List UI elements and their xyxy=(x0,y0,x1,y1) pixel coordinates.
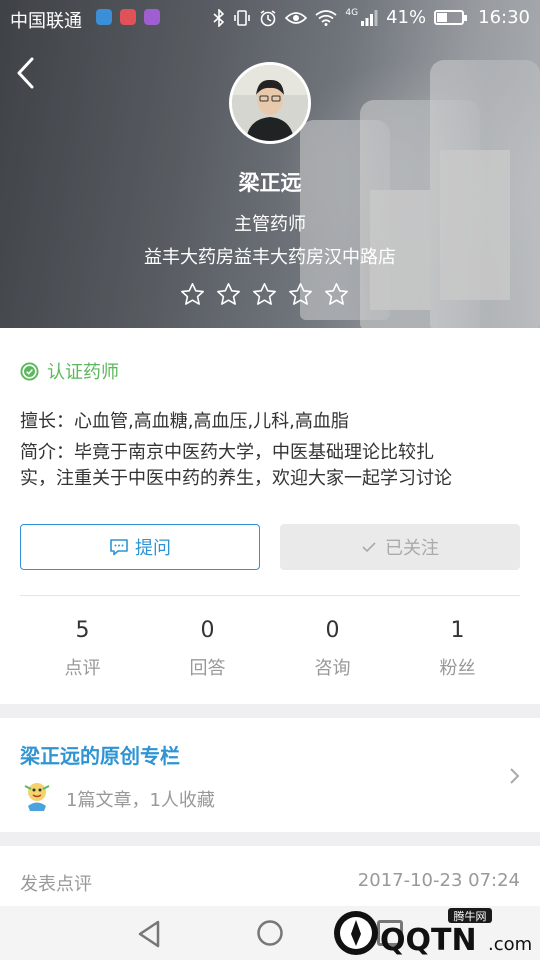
stat-value: 0 xyxy=(200,618,215,643)
divider xyxy=(20,595,520,596)
status-bar: 中国联通 4G 41% 16:30 xyxy=(0,0,540,36)
column-meta: 1篇文章，1人收藏 xyxy=(66,790,215,811)
stat-label: 点评 xyxy=(64,658,101,679)
battery-percent: 41% xyxy=(386,7,427,28)
certified-badge: 认证药师 xyxy=(20,358,119,384)
nav-back-button[interactable] xyxy=(136,919,164,949)
follow-button-label: 已关注 xyxy=(385,538,439,559)
chevron-right-icon xyxy=(510,768,520,784)
nav-home-button[interactable] xyxy=(256,919,284,947)
specialty-text: 擅长：心血管,高血糖,高血压,儿科,高血脂 xyxy=(20,411,349,432)
watermark-top-text: 腾牛网 xyxy=(454,909,487,923)
stat-consults[interactable]: 0 咨询 xyxy=(270,618,395,680)
star-icon xyxy=(287,281,314,308)
review-label: 发表点评 xyxy=(20,874,92,895)
watermark-brand: QQTN xyxy=(380,923,477,958)
site-watermark: 腾牛网 QQTN .com xyxy=(334,908,532,958)
pharmacy-store: 益丰大药房益丰大药房汉中路店 xyxy=(144,247,396,268)
mail-icon xyxy=(120,9,136,25)
stat-reviews[interactable]: 5 点评 xyxy=(20,618,145,680)
intro-text: 简介：毕竟于南京中医药大学，中医基础理论比较扎 实，注重关于中医中药的养生，欢迎… xyxy=(20,440,520,492)
rating-stars xyxy=(179,281,350,308)
star-icon xyxy=(323,281,350,308)
bluetooth-icon xyxy=(213,8,225,27)
vibrate-icon xyxy=(234,9,251,26)
column-title: 梁正远的原创专栏 xyxy=(20,744,180,768)
notification-icons xyxy=(96,9,160,25)
clock: 16:30 xyxy=(478,7,530,28)
stat-value: 5 xyxy=(75,618,90,643)
carrier-name: 中国联通 xyxy=(10,11,82,32)
gallery-icon xyxy=(144,9,160,25)
stat-value: 0 xyxy=(325,618,340,643)
stats-row: 5 点评 0 回答 0 咨询 1 粉丝 xyxy=(20,618,520,680)
checkmark-icon xyxy=(362,542,376,553)
stat-label: 回答 xyxy=(189,658,226,679)
follow-button[interactable]: 已关注 xyxy=(280,524,520,570)
review-row[interactable]: 发表点评 2017-10-23 07:24 xyxy=(0,846,540,906)
stat-label: 咨询 xyxy=(314,658,351,679)
pharmacist-name: 梁正远 xyxy=(238,171,302,195)
profile-card: 认证药师 擅长：心血管,高血糖,高血压,儿科,高血脂 简介：毕竟于南京中医药大学… xyxy=(0,328,540,704)
column-avatar-icon xyxy=(24,783,50,811)
back-button[interactable] xyxy=(12,54,42,92)
check-circle-icon xyxy=(20,361,39,381)
watermark-suffix: .com xyxy=(488,934,532,955)
profile-header xyxy=(0,0,540,328)
original-column-card[interactable]: 梁正远的原创专栏 1篇文章，1人收藏 xyxy=(0,718,540,832)
chat-bubble-icon xyxy=(110,539,128,556)
star-icon xyxy=(179,281,206,308)
alarm-icon xyxy=(260,9,276,26)
wifi-icon xyxy=(315,9,337,26)
signal-icon xyxy=(361,9,378,26)
avatar xyxy=(229,62,311,144)
star-icon xyxy=(215,281,242,308)
stat-answers[interactable]: 0 回答 xyxy=(145,618,270,680)
network-type: 4G xyxy=(345,7,359,18)
certified-label: 认证药师 xyxy=(47,362,119,383)
intro-line: 简介：毕竟于南京中医药大学，中医基础理论比较扎 xyxy=(20,442,434,463)
system-nav-bar: 腾牛网 QQTN .com xyxy=(0,906,540,960)
pharmacist-title: 主管药师 xyxy=(234,214,306,235)
intro-line: 实，注重关于中医中药的养生，欢迎大家一起学习讨论 xyxy=(20,468,452,489)
eye-icon xyxy=(285,11,308,24)
stat-fans[interactable]: 1 粉丝 xyxy=(395,618,520,680)
status-icons: 4G 41% 16:30 xyxy=(213,7,530,28)
star-icon xyxy=(251,281,278,308)
ask-button-label: 提问 xyxy=(135,538,171,559)
browser-icon xyxy=(96,9,112,25)
review-date: 2017-10-23 07:24 xyxy=(357,870,520,891)
stat-label: 粉丝 xyxy=(439,658,476,679)
stat-value: 1 xyxy=(450,618,465,643)
ask-button[interactable]: 提问 xyxy=(20,524,260,570)
battery-icon xyxy=(434,10,468,25)
